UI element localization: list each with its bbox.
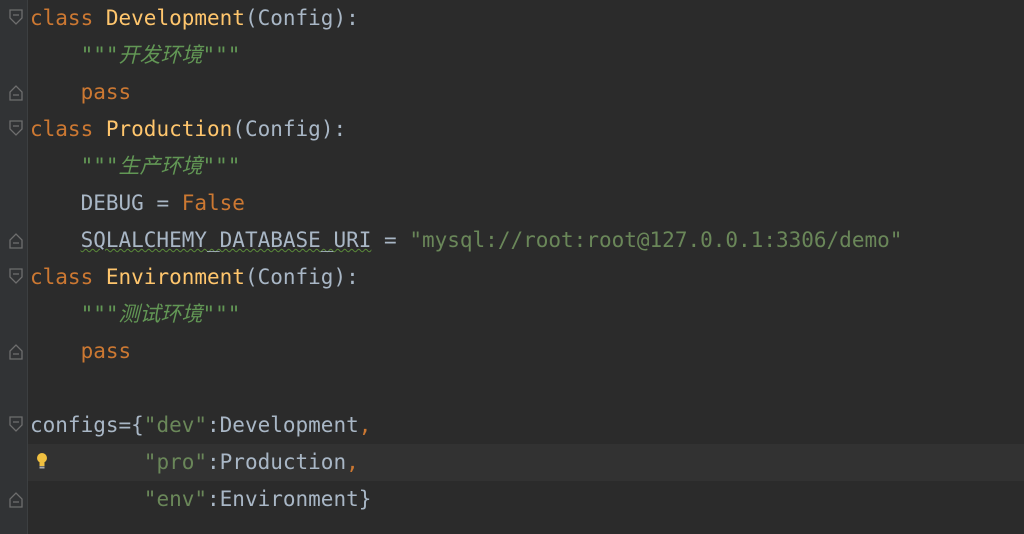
code-line-docstring[interactable]: """开发环境""" [30, 37, 1024, 74]
keyword: class [30, 265, 94, 289]
code-line-database-uri[interactable]: SQLALCHEMY_DATABASE_URI = "mysql://root:… [30, 222, 1024, 259]
code-line-docstring[interactable]: """测试环境""" [30, 296, 1024, 333]
dict-prefix: configs={ [30, 413, 144, 437]
dict-value: :Production [207, 450, 347, 474]
keyword: class [30, 6, 94, 30]
string-value: "mysql://root:root@127.0.0.1:3306/demo" [409, 228, 903, 252]
code-line-class-production[interactable]: class Production(Config): [30, 111, 1024, 148]
fold-open-icon[interactable] [7, 415, 25, 435]
assign-operator: = [371, 228, 410, 252]
code-line-configs-env[interactable]: "env":Environment} [30, 481, 1024, 518]
code-line-pass[interactable]: pass [30, 74, 1024, 111]
code-line-docstring[interactable]: """生产环境""" [30, 148, 1024, 185]
variable: SQLALCHEMY_DATABASE_URI [80, 228, 372, 252]
class-name: Environment [105, 265, 245, 289]
code-line-configs[interactable]: configs={"dev":Development, [30, 407, 1024, 444]
code-line-configs-pro[interactable]: "pro":Production, [30, 444, 1024, 481]
fold-open-icon[interactable] [7, 119, 25, 139]
keyword: pass [80, 339, 132, 363]
docstring: """开发环境""" [80, 43, 241, 67]
class-name: Development [105, 6, 245, 30]
class-base: (Config): [244, 265, 359, 289]
dict-key: "env" [143, 487, 208, 511]
fold-close-icon[interactable] [7, 82, 25, 102]
code-line-pass[interactable]: pass [30, 333, 1024, 370]
class-base: (Config): [232, 117, 347, 141]
code-line-debug[interactable]: DEBUG = False [30, 185, 1024, 222]
docstring: """测试环境""" [80, 302, 241, 326]
fold-open-icon[interactable] [7, 267, 25, 287]
code-line-class-environment[interactable]: class Environment(Config): [30, 259, 1024, 296]
dict-value: :Environment} [207, 487, 372, 511]
dict-key: "dev" [143, 413, 208, 437]
assign-operator: = [143, 191, 182, 215]
variable: DEBUG [80, 191, 144, 215]
code-line-class-development[interactable]: class Development(Config): [30, 0, 1024, 37]
fold-close-icon[interactable] [7, 341, 25, 361]
class-name: Production [105, 117, 233, 141]
fold-close-icon[interactable] [7, 489, 25, 509]
fold-open-icon[interactable] [7, 8, 25, 28]
class-base: (Config): [244, 6, 359, 30]
boolean-value: False [181, 191, 245, 215]
docstring: """生产环境""" [80, 154, 241, 178]
code-editor[interactable]: class Development(Config): """开发环境""" pa… [0, 0, 1024, 534]
comma: , [358, 413, 372, 437]
comma: , [346, 450, 359, 474]
dict-key: "pro" [143, 450, 208, 474]
keyword: class [30, 117, 94, 141]
fold-close-icon[interactable] [7, 230, 25, 250]
keyword: pass [80, 80, 132, 104]
dict-value: :Development [207, 413, 359, 437]
